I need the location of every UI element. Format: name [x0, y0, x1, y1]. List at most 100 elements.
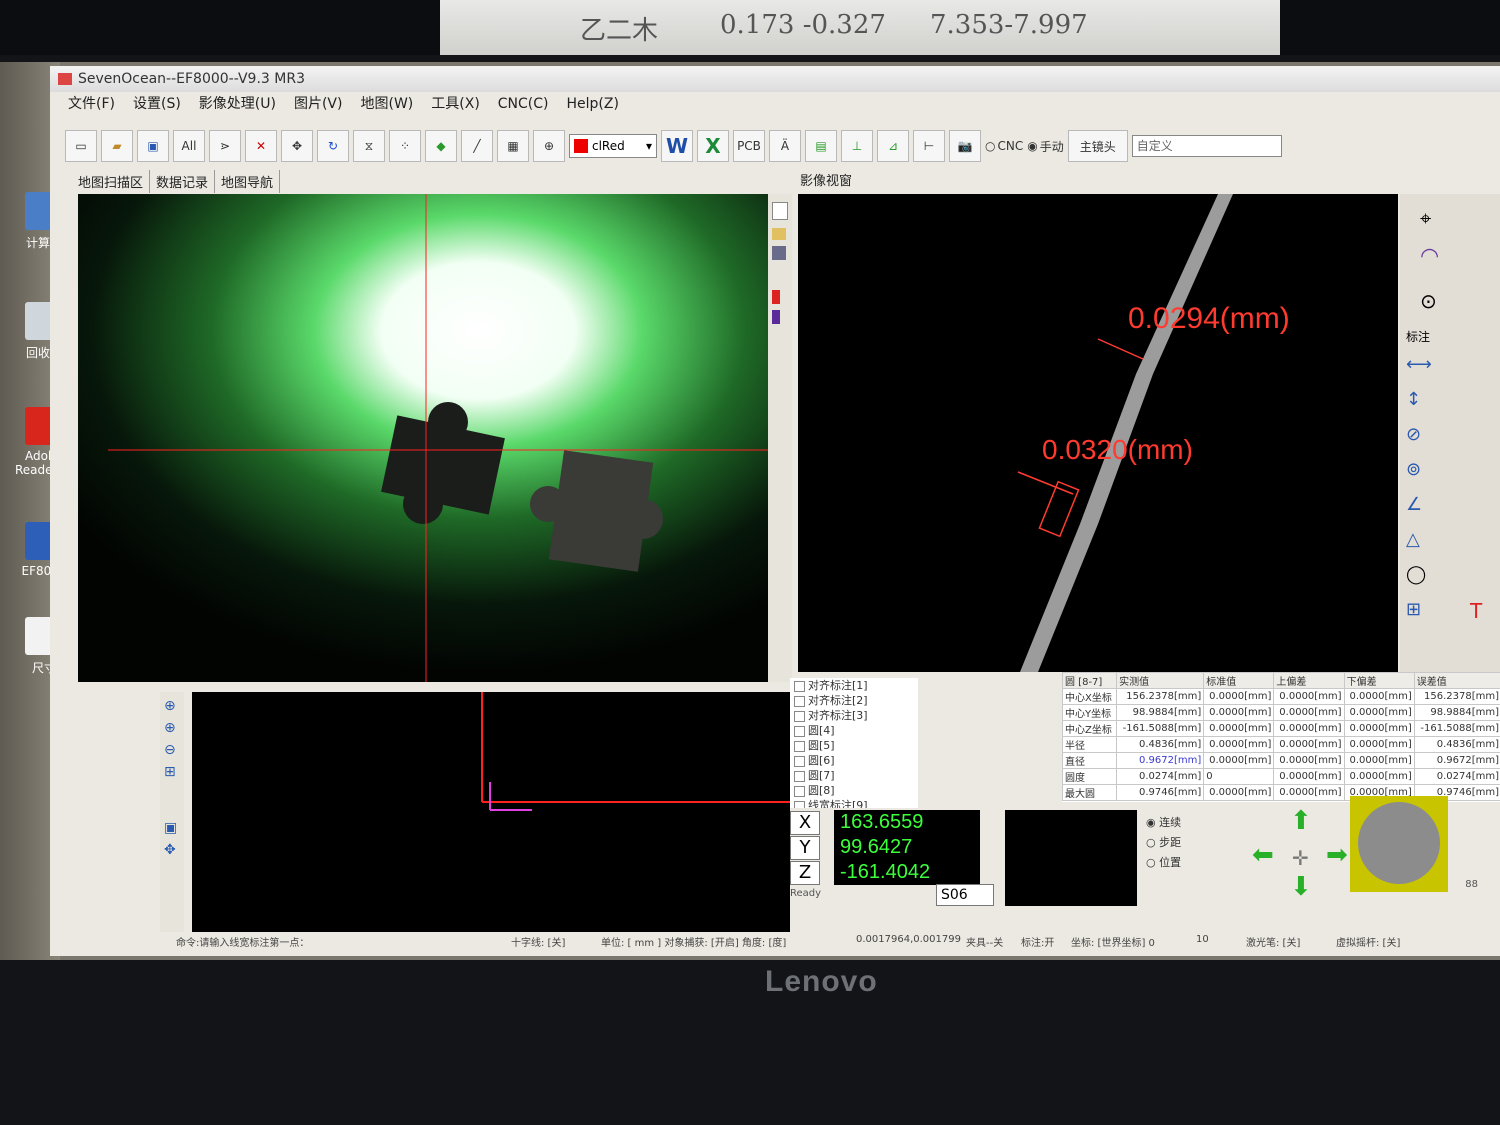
crosshair-target-icon[interactable]: ⊕ [533, 130, 565, 162]
arc-tool-icon[interactable]: ◠ [1420, 244, 1439, 269]
arrow-down-icon[interactable]: ⬇ [1290, 872, 1312, 902]
menu-picture[interactable]: 图片(V) [294, 92, 343, 116]
menu-settings[interactable]: 设置(S) [133, 92, 181, 116]
custom-select[interactable]: 自定义 [1131, 135, 1282, 157]
open-folder-icon[interactable]: ▰ [101, 130, 133, 162]
new-view-icon[interactable] [772, 202, 788, 220]
open-view-icon[interactable] [772, 228, 786, 240]
tree-item[interactable]: 圆[5] [790, 738, 918, 753]
circle-fit-icon[interactable]: ◯ [1406, 564, 1426, 585]
select-all-button[interactable]: All [173, 130, 205, 162]
tool-green-3-icon[interactable]: ⊿ [877, 130, 909, 162]
paper-note: 乙二木 0.173 -0.327 7.353-7.997 [440, 0, 1280, 58]
x-axis-button[interactable]: X [790, 810, 820, 835]
crosshair-tool-icon[interactable]: ⌖ [1420, 206, 1431, 230]
triangle-icon[interactable]: △ [1406, 529, 1420, 550]
tree-item[interactable]: 圆[4] [790, 723, 918, 738]
tab-data-record[interactable]: 数据记录 [150, 170, 216, 193]
delete-icon[interactable]: ✕ [245, 130, 277, 162]
arrow-left-icon[interactable]: ⬅ [1252, 840, 1274, 870]
tool-green-1-icon[interactable]: ▤ [805, 130, 837, 162]
pan-icon[interactable]: ✥ [164, 842, 180, 858]
circles-tool-icon[interactable]: ⊙ [1420, 289, 1437, 313]
zoom-window-icon[interactable]: ⊞ [164, 764, 180, 780]
camera-icon[interactable]: 📷 [949, 130, 981, 162]
zoom-out-icon[interactable]: ⊖ [164, 742, 180, 758]
note-text-b: 0.173 -0.327 [720, 10, 886, 40]
speed-select[interactable]: S06 [936, 884, 994, 906]
light-down-icon[interactable] [772, 310, 780, 324]
angle-icon[interactable]: ∠ [1406, 494, 1422, 515]
tree-item[interactable]: 圆[6] [790, 753, 918, 768]
arrow-up-icon[interactable]: ⬆ [1290, 806, 1312, 836]
table-row[interactable]: 直径 0.9672[mm] 0.0000[mm] 0.0000[mm] 0.0000[m… [1061, 752, 1500, 769]
save-icon[interactable]: ▣ [137, 130, 169, 162]
tool-green-2-icon[interactable]: ⊥ [841, 130, 873, 162]
dimension-v-icon[interactable]: ↕ [1406, 389, 1421, 410]
excel-export-icon[interactable]: X [697, 130, 729, 162]
tree-item[interactable]: 对齐标注[1] [790, 678, 918, 693]
select-icon[interactable]: ⋗ [209, 130, 241, 162]
save-small-icon[interactable]: ▣ [164, 820, 180, 836]
tab-map-nav[interactable]: 地图导航 [215, 170, 281, 193]
menu-tools[interactable]: 工具(X) [431, 92, 480, 116]
x-value: 163.6559 [834, 810, 980, 835]
cnc-radio[interactable]: ○ CNC [985, 139, 1023, 153]
menu-cnc[interactable]: CNC(C) [498, 92, 549, 116]
points-icon[interactable]: ⁘ [389, 130, 421, 162]
menu-help[interactable]: Help(Z) [567, 92, 619, 116]
diameter-icon[interactable]: ⊘ [1406, 424, 1421, 445]
shape-icon[interactable]: ◆ [425, 130, 457, 162]
table-row[interactable]: 中心X坐标 156.2378[mm] 0.0000[mm] 0.0000[mm] 0.0… [1061, 688, 1500, 705]
cad-canvas[interactable] [192, 692, 790, 932]
line-icon[interactable]: ╱ [461, 130, 493, 162]
title-bar: SevenOcean--EF8000--V9.3 MR3 [50, 66, 1500, 92]
note-text-c: 7.353-7.997 [930, 10, 1088, 40]
tree-item[interactable]: 对齐标注[3] [790, 708, 918, 723]
ruler-icon[interactable]: ⊢ [913, 130, 945, 162]
image-view[interactable]: 0.0294(mm) 0.0320(mm) [798, 194, 1398, 672]
mirror-icon[interactable]: ⧖ [353, 130, 385, 162]
tab-map-scan[interactable]: 地图扫描区 [72, 170, 151, 193]
mode-continuous-radio[interactable]: ◉ 连续 [1146, 814, 1181, 834]
mode-step-radio[interactable]: ○ 步距 [1146, 834, 1181, 854]
mode-position-radio[interactable]: ○ 位置 [1146, 854, 1181, 874]
table-row[interactable]: 中心Z坐标 -161.5088[mm] 0.0000[mm] 0.0000[mm] 0.… [1061, 720, 1500, 737]
y-axis-button[interactable]: Y [790, 835, 820, 860]
table-row[interactable]: 圆度 0.0274[mm] 0 0.0000[mm] 0.0000[mm] 0.0274[… [1061, 768, 1500, 785]
text-tool-icon[interactable]: T [1470, 599, 1482, 623]
z-axis-button[interactable]: Z [790, 860, 820, 885]
pcb-button[interactable]: PCB [733, 130, 765, 162]
measure-tools-panel: ⌖ ◠ ⊙ 标注 ⟷ ↕ ⊘ ⊚ ∠ △ ◯ ⊞ T [1400, 194, 1500, 672]
dimension-h-icon[interactable]: ⟷ [1406, 354, 1432, 375]
zoom-fit-icon[interactable]: ⊕ [164, 720, 180, 736]
rotate-icon[interactable]: ↻ [317, 130, 349, 162]
manual-radio[interactable]: ◉ 手动 [1027, 138, 1064, 155]
tree-item[interactable]: 圆[7] [790, 768, 918, 783]
grid-header: 圆 [8-7] [1061, 672, 1118, 689]
color-select[interactable]: clRed ▾ [569, 134, 657, 158]
tree-item[interactable]: 线宽标注[9] [790, 798, 918, 808]
tree-item[interactable]: 对齐标注[2] [790, 693, 918, 708]
arrow-right-icon[interactable]: ➡ [1326, 840, 1348, 870]
menu-file[interactable]: 文件(F) [68, 92, 115, 116]
save-view-icon[interactable] [772, 246, 786, 260]
menu-map[interactable]: 地图(W) [360, 92, 413, 116]
table-row[interactable]: 中心Y坐标 98.9884[mm] 0.0000[mm] 0.0000[mm] 0.00… [1061, 704, 1500, 721]
radius-icon[interactable]: ⊚ [1406, 459, 1421, 480]
new-file-icon[interactable]: ▭ [65, 130, 97, 162]
left-tabs: 地图扫描区 数据记录 地图导航 [72, 170, 281, 193]
main-lens-button[interactable]: 主镜头 [1067, 130, 1128, 162]
center-crosshair-icon[interactable]: ✛ [1292, 846, 1309, 870]
move-icon[interactable]: ✥ [281, 130, 313, 162]
light-up-icon[interactable] [772, 290, 780, 304]
tree-item[interactable]: 圆[8] [790, 783, 918, 798]
menu-image[interactable]: 影像处理(U) [199, 92, 276, 116]
map-scan-view[interactable] [78, 194, 768, 682]
scale-icon[interactable]: ⊞ [1406, 599, 1421, 620]
auto-measure-icon[interactable]: Ä [769, 130, 801, 162]
table-row[interactable]: 半径 0.4836[mm] 0.0000[mm] 0.0000[mm] 0.0000[m… [1061, 736, 1500, 753]
zoom-in-icon[interactable]: ⊕ [164, 698, 180, 714]
word-export-icon[interactable]: W [661, 130, 693, 162]
grid-icon[interactable]: ▦ [497, 130, 529, 162]
